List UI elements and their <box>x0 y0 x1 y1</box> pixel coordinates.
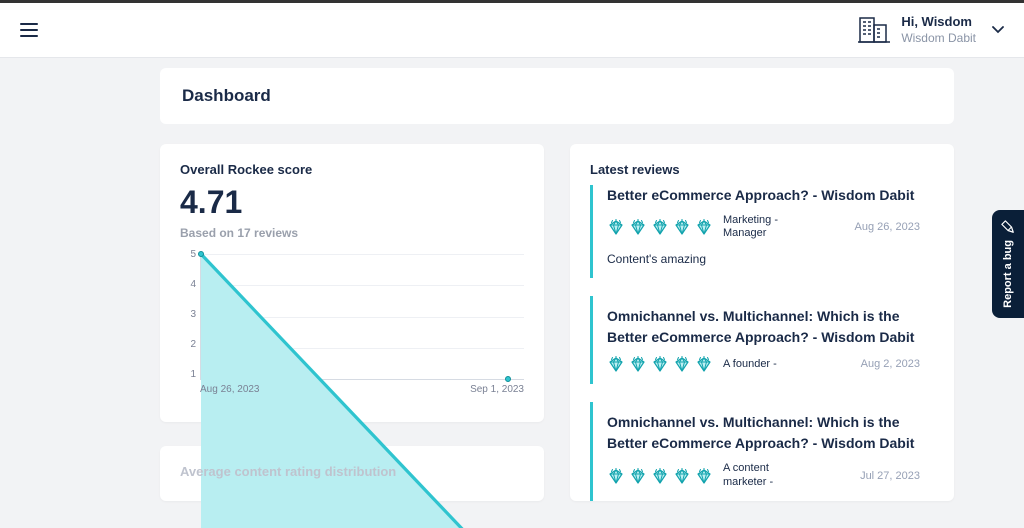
review-rating <box>607 219 713 235</box>
review-item[interactable]: Omnichannel vs. Multichannel: Which is t… <box>590 296 934 384</box>
company-icon <box>857 15 891 45</box>
diamond-icon <box>695 219 713 235</box>
chart-xtick: Aug 26, 2023 <box>200 384 260 400</box>
review-title: Omnichannel vs. Multichannel: Which is t… <box>607 306 920 348</box>
diamond-icon <box>629 356 647 372</box>
review-role: A content marketer - <box>723 462 803 488</box>
score-value: 4.71 <box>180 185 524 220</box>
reviews-card-title: Latest reviews <box>590 162 934 177</box>
top-header: Hi, Wisdom Wisdom Dabit <box>0 3 1024 58</box>
latest-reviews-card: Latest reviews Better eCommerce Approach… <box>570 144 954 501</box>
diamond-icon <box>651 468 669 484</box>
diamond-icon <box>673 219 691 235</box>
chart-data-point <box>505 376 511 382</box>
diamond-icon <box>629 219 647 235</box>
score-subtitle: Based on 17 reviews <box>180 226 524 240</box>
review-role: Marketing - Manager <box>723 214 803 240</box>
diamond-icon <box>695 356 713 372</box>
chart-xtick: Sep 1, 2023 <box>470 384 524 400</box>
user-greeting: Hi, Wisdom <box>901 14 976 31</box>
menu-toggle-button[interactable] <box>20 23 38 37</box>
review-title: Better eCommerce Approach? - Wisdom Dabi… <box>607 185 920 206</box>
review-rating <box>607 468 713 484</box>
report-bug-button[interactable]: Report a bug <box>992 210 1024 318</box>
chart-ytick: 1 <box>180 370 196 380</box>
diamond-icon <box>607 356 625 372</box>
page-header-card: Dashboard <box>160 68 954 124</box>
report-bug-label: Report a bug <box>1002 240 1014 308</box>
review-role: A founder - <box>723 358 803 371</box>
score-trend-chart: 5 4 3 2 1 <box>180 250 524 400</box>
review-item[interactable]: Better eCommerce Approach? - Wisdom Dabi… <box>590 185 934 278</box>
diamond-icon <box>673 468 691 484</box>
diamond-icon <box>607 468 625 484</box>
diamond-icon <box>651 219 669 235</box>
review-date: Aug 2, 2023 <box>861 358 920 370</box>
review-date: Aug 26, 2023 <box>855 221 920 233</box>
review-rating <box>607 356 713 372</box>
pencil-icon <box>1001 220 1015 234</box>
review-body: Content's amazing <box>607 252 920 266</box>
chart-ytick: 4 <box>180 280 196 290</box>
chart-ytick: 3 <box>180 310 196 320</box>
chart-ytick: 2 <box>180 340 196 350</box>
user-menu[interactable]: Hi, Wisdom Wisdom Dabit <box>857 14 1004 46</box>
diamond-icon <box>673 356 691 372</box>
review-item[interactable]: Omnichannel vs. Multichannel: Which is t… <box>590 402 934 500</box>
review-date: Jul 27, 2023 <box>860 470 920 482</box>
diamond-icon <box>629 468 647 484</box>
chart-ytick: 5 <box>180 250 196 260</box>
chart-data-point <box>198 251 204 257</box>
page-title: Dashboard <box>182 86 932 106</box>
chevron-down-icon <box>992 21 1004 39</box>
review-title: Omnichannel vs. Multichannel: Which is t… <box>607 412 920 454</box>
diamond-icon <box>695 468 713 484</box>
diamond-icon <box>607 219 625 235</box>
diamond-icon <box>651 356 669 372</box>
user-account-name: Wisdom Dabit <box>901 31 976 47</box>
rating-distribution-title: Average content rating distribution <box>180 464 524 479</box>
overall-score-card: Overall Rockee score 4.71 Based on 17 re… <box>160 144 544 422</box>
score-card-title: Overall Rockee score <box>180 162 524 177</box>
